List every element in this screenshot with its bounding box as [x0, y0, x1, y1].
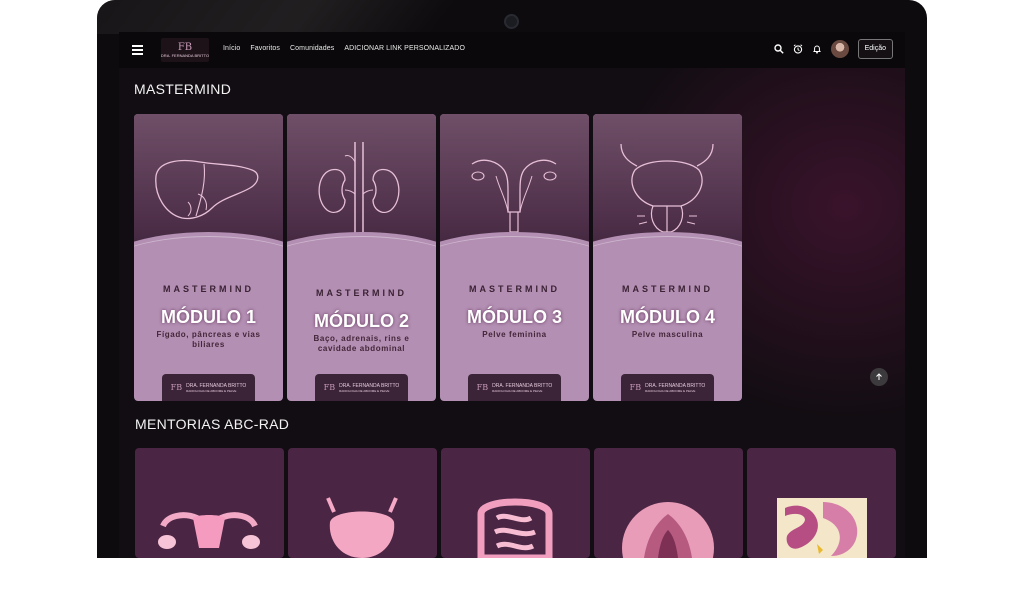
nav-link-favoritos[interactable]: Favoritos [250, 45, 280, 52]
app-screen: FB DRA. FERNANDA BRITTO Início Favoritos… [119, 32, 905, 558]
card-divider-line [593, 236, 742, 317]
mentoria-card-2[interactable] [288, 448, 437, 558]
pelvis-section-icon [777, 498, 867, 558]
webcam [504, 14, 519, 29]
card-brand-badge: FB DRA. FERNANDA BRITTO RADIOLOGIA DE ABD… [468, 374, 561, 401]
screen-glare [97, 0, 458, 34]
uterus-icon [158, 512, 260, 549]
card-brand-badge: FB DRA. FERNANDA BRITTO RADIOLOGIA DE ABD… [162, 374, 255, 401]
card-label: MASTERMIND [163, 284, 254, 294]
mentoria-card-4[interactable] [594, 448, 743, 558]
rectum-icon [622, 502, 714, 558]
nav-link-adicionar[interactable]: ADICIONAR LINK PERSONALIZADO [344, 45, 465, 52]
module-card-3[interactable]: MASTERMIND MÓDULO 3 Pelve feminina FB DR… [440, 114, 589, 401]
module-card-4[interactable]: MASTERMIND MÓDULO 4 Pelve masculina FB D… [593, 114, 742, 401]
brand-logo[interactable]: FB DRA. FERNANDA BRITTO [161, 38, 209, 62]
brand-subtitle: RADIOLOGIA DE ABDOME E PELVE [492, 388, 543, 393]
scroll-to-top-button[interactable] [870, 368, 888, 386]
nav-link-inicio[interactable]: Início [223, 45, 240, 52]
brand-subtitle: RADIOLOGIA DE ABDOME E PELVE [339, 388, 390, 393]
module-card-2[interactable]: MASTERMIND MÓDULO 2 Baço, adrenais, rins… [287, 114, 436, 401]
hamburger-menu-icon[interactable] [132, 45, 143, 55]
intestine-icon [477, 498, 553, 558]
card-divider-line [287, 236, 436, 317]
top-navbar: FB DRA. FERNANDA BRITTO Início Favoritos… [119, 32, 905, 68]
logo-text: DRA. FERNANDA BRITTO [160, 52, 210, 58]
uterus-icon [471, 159, 557, 233]
card-brand-badge: FB DRA. FERNANDA BRITTO RADIOLOGIA DE ABD… [315, 374, 408, 401]
edit-button[interactable]: Edição [857, 39, 893, 59]
alarm-clock-icon[interactable] [793, 44, 803, 54]
module-card-1[interactable]: MASTERMIND MÓDULO 1 Fígado, pâncreas e v… [134, 114, 283, 401]
card-divider-line [134, 236, 283, 317]
section-title-mastermind: MASTERMIND [134, 81, 232, 97]
card-description: Pelve feminina [482, 330, 547, 339]
brand-subtitle: RADIOLOGIA DE ABDOME E PELVE [645, 388, 696, 393]
bladder-icon [620, 143, 714, 240]
arrow-up-icon [876, 373, 882, 380]
card-divider-line [440, 236, 589, 317]
card-description: Fígado, pâncreas e vias biliares [156, 330, 261, 349]
card-description: Pelve masculina [631, 330, 704, 339]
brand-monogram: FB [476, 383, 489, 392]
card-label: MASTERMIND [469, 284, 560, 294]
nav-link-comunidades[interactable]: Comunidades [290, 45, 334, 52]
mentoria-card-3[interactable] [441, 448, 590, 558]
notification-bell-icon[interactable] [812, 44, 822, 54]
nav-links: Início Favoritos Comunidades ADICIONAR L… [223, 45, 465, 52]
card-module-title: MÓDULO 1 [160, 307, 256, 327]
card-module-title: MÓDULO 2 [313, 311, 409, 331]
card-brand-badge: FB DRA. FERNANDA BRITTO RADIOLOGIA DE ABD… [621, 374, 714, 401]
card-label: MASTERMIND [316, 288, 407, 298]
card-description: Baço, adrenais, rins e cavidade abdomina… [313, 334, 410, 353]
nav-actions: Edição [773, 39, 893, 59]
brand-monogram: FB [629, 383, 642, 392]
user-avatar[interactable] [830, 40, 849, 58]
kidneys-icon [318, 142, 400, 236]
card-module-title: MÓDULO 4 [619, 307, 715, 327]
brand-monogram: FB [170, 383, 183, 392]
card-label: MASTERMIND [622, 284, 713, 294]
card-module-title: MÓDULO 3 [466, 307, 562, 327]
liver-icon [155, 159, 259, 220]
mentoria-card-1[interactable] [135, 448, 284, 558]
brand-monogram: FB [323, 383, 336, 392]
laptop-frame: FB DRA. FERNANDA BRITTO Início Favoritos… [97, 0, 927, 558]
logo-monogram: FB [177, 41, 193, 53]
search-icon[interactable] [773, 44, 784, 54]
bladder-icon [326, 497, 398, 558]
brand-subtitle: RADIOLOGIA DE ABDOME E PELVE [186, 388, 237, 393]
section-title-mentorias: MENTORIAS ABC-RAD [135, 416, 290, 432]
mentoria-card-5[interactable] [747, 448, 896, 558]
